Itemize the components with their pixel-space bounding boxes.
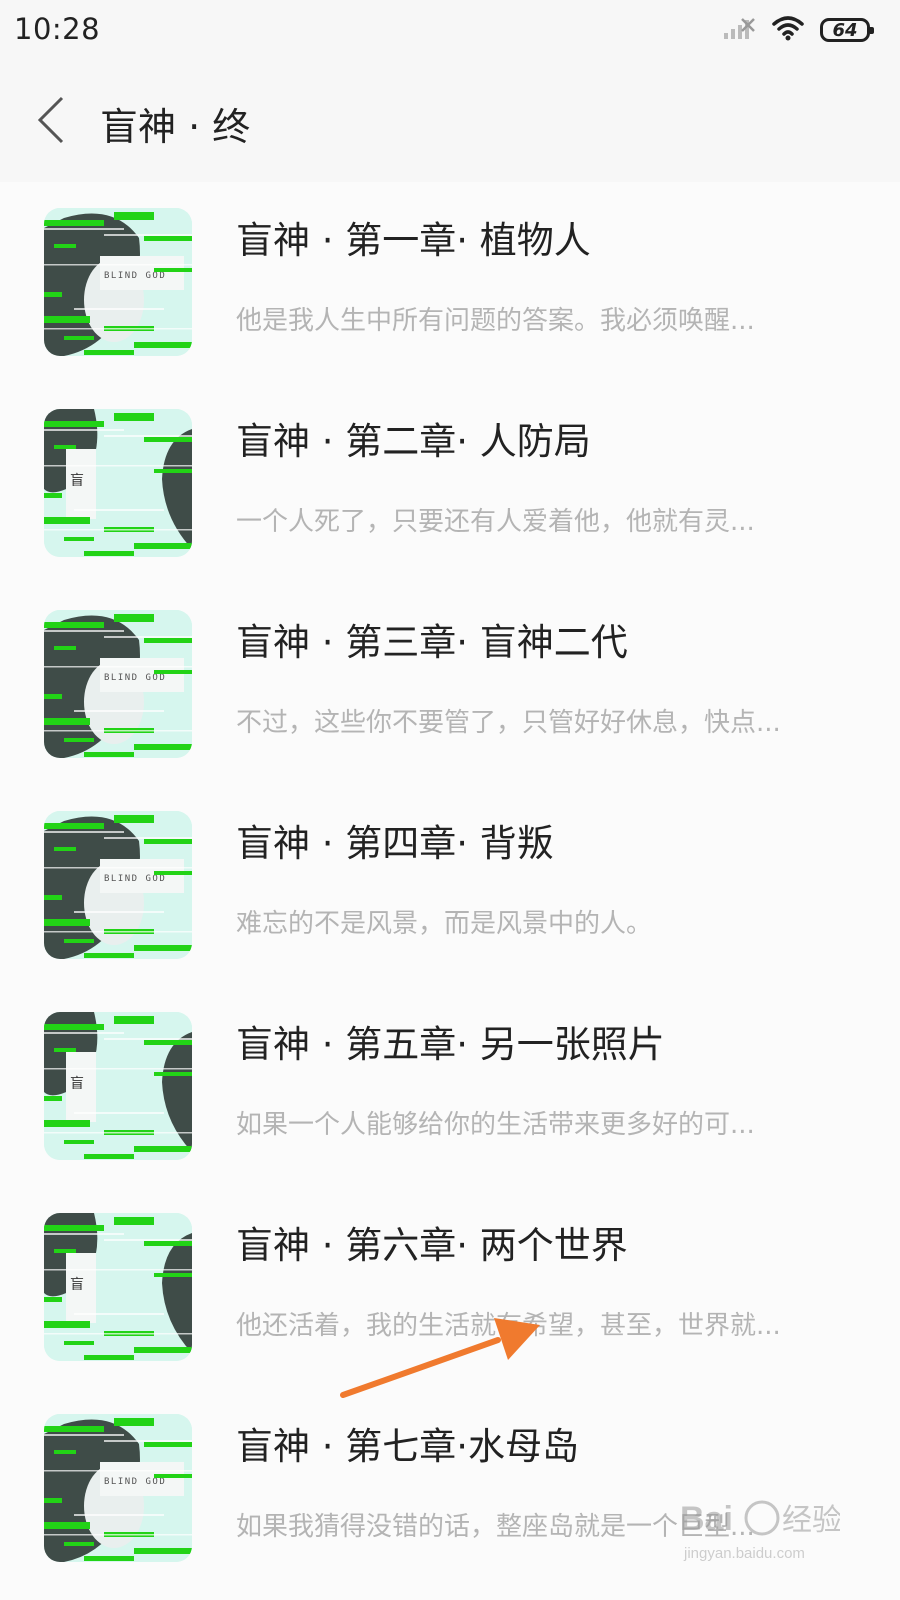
header: 盲神 · 终 [0, 62, 900, 182]
chapter-item-7[interactable]: BLIND GOD 盲神 · 第七章·水母岛 如果我猜得没错的话，整座岛就是一个… [0, 1388, 900, 1589]
chapter-cover-art: BLIND GOD [44, 208, 192, 356]
status-icons: 64 [722, 14, 874, 46]
chapter-list: BLIND GOD 盲神 · 第一章· 植物人 他是我人生中所有问题的答案。我必… [0, 182, 900, 1600]
chapter-item-2[interactable]: 盲 盲神 · 第二章· 人防局 一个人死了，只要还有人爱着他，他就有灵... [0, 383, 900, 584]
cover-art-graphic: 盲 [44, 409, 192, 557]
status-bar: 10:28 64 [0, 0, 900, 62]
svg-text:BLIND GOD: BLIND GOD [104, 1477, 166, 1487]
chapter-cover-art: BLIND GOD [44, 1414, 192, 1562]
chapter-description: 难忘的不是风景，而是风景中的人。 [236, 909, 653, 939]
signal-icon [722, 15, 756, 45]
chapter-title: 盲神 · 第二章· 人防局 [236, 420, 591, 463]
page-title: 盲神 · 终 [100, 105, 251, 149]
chapter-description: 一个人死了，只要还有人爱着他，他就有灵... [236, 507, 755, 537]
chapter-item-5[interactable]: 盲 盲神 · 第五章· 另一张照片 如果一个人能够给你的生活带来更多好的可... [0, 986, 900, 1187]
cover-art-graphic: BLIND GOD [44, 208, 192, 356]
back-button[interactable] [26, 92, 76, 152]
chapter-description: 他是我人生中所有问题的答案。我必须唤醒... [236, 306, 755, 336]
chapter-cover-art: BLIND GOD [44, 610, 192, 758]
chapter-title: 盲神 · 第一章· 植物人 [236, 219, 591, 262]
chapter-title: 盲神 · 第三章· 盲神二代 [236, 621, 628, 664]
svg-text:BLIND GOD: BLIND GOD [104, 874, 166, 884]
chevron-left-icon [36, 95, 66, 149]
chapter-title: 盲神 · 第七章·水母岛 [236, 1425, 580, 1468]
svg-text:BLIND GOD: BLIND GOD [104, 673, 166, 683]
svg-text:盲: 盲 [70, 1276, 84, 1293]
battery-indicator: 64 [820, 18, 874, 42]
wifi-icon [772, 15, 804, 45]
chapter-title: 盲神 · 第四章· 背叛 [236, 822, 554, 865]
chapter-description: 如果我猜得没错的话，整座岛就是一个巨型... [236, 1512, 755, 1542]
status-time: 10:28 [14, 12, 101, 46]
chapter-description: 不过，这些你不要管了，只管好好休息，快点... [236, 708, 781, 738]
chapter-item-1[interactable]: BLIND GOD 盲神 · 第一章· 植物人 他是我人生中所有问题的答案。我必… [0, 182, 900, 383]
battery-level: 64 [832, 19, 858, 41]
chapter-title: 盲神 · 第五章· 另一张照片 [236, 1023, 665, 1066]
chapter-title: 盲神 · 第六章· 两个世界 [236, 1224, 628, 1267]
chapter-item-3[interactable]: BLIND GOD 盲神 · 第三章· 盲神二代 不过，这些你不要管了，只管好好… [0, 584, 900, 785]
chapter-item-4[interactable]: BLIND GOD 盲神 · 第四章· 背叛 难忘的不是风景，而是风景中的人。 [0, 785, 900, 986]
svg-text:盲: 盲 [70, 1075, 84, 1092]
cover-art-graphic: 盲 [44, 1012, 192, 1160]
cover-art-graphic: BLIND GOD [44, 811, 192, 959]
cover-art-graphic: 盲 [44, 1213, 192, 1361]
chapter-cover-art: BLIND GOD [44, 811, 192, 959]
chapter-description: 如果一个人能够给你的生活带来更多好的可... [236, 1110, 755, 1140]
svg-text:BLIND GOD: BLIND GOD [104, 271, 166, 281]
chapter-cover-art: 盲 [44, 1213, 192, 1361]
cover-art-graphic: BLIND GOD [44, 1414, 192, 1562]
svg-text:盲: 盲 [70, 472, 84, 489]
chapter-cover-art: 盲 [44, 1012, 192, 1160]
chapter-cover-art: 盲 [44, 409, 192, 557]
chapter-item-6[interactable]: 盲 盲神 · 第六章· 两个世界 他还活着，我的生活就有希望，甚至，世界就... [0, 1187, 900, 1388]
cover-art-graphic: BLIND GOD [44, 610, 192, 758]
chapter-description: 他还活着，我的生活就有希望，甚至，世界就... [236, 1311, 781, 1341]
